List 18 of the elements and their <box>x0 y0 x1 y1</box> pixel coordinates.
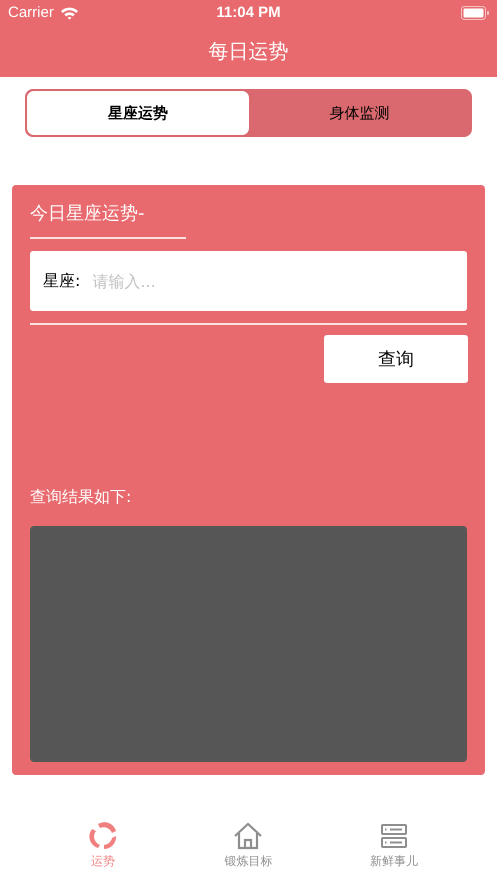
tab-bar-item[interactable]: 锻炼目标 <box>203 821 294 870</box>
page-title: 每日运势 <box>208 38 288 64</box>
tab-bar-item[interactable]: 新鲜事儿 <box>349 821 440 870</box>
field-label: 星座: <box>43 270 80 292</box>
card-title: 今日星座运势- <box>30 202 144 225</box>
battery-icon <box>461 6 489 20</box>
status-time: 11:04 PM <box>216 4 281 21</box>
constellation-field[interactable]: 星座: 请输入... <box>30 251 467 311</box>
input-field[interactable]: 请输入... <box>92 251 459 311</box>
segment-tab[interactable]: 身体监测 <box>248 91 470 135</box>
query-button[interactable]: 查询 <box>324 335 468 383</box>
result-label: 查询结果如下: <box>30 487 132 508</box>
server-list-icon <box>379 821 410 851</box>
home-icon <box>233 821 264 851</box>
wifi-icon <box>60 6 79 20</box>
swirl-icon <box>88 821 118 851</box>
segment-tab[interactable]: 星座运势 <box>27 91 248 135</box>
carrier-label: Carrier <box>8 4 54 21</box>
